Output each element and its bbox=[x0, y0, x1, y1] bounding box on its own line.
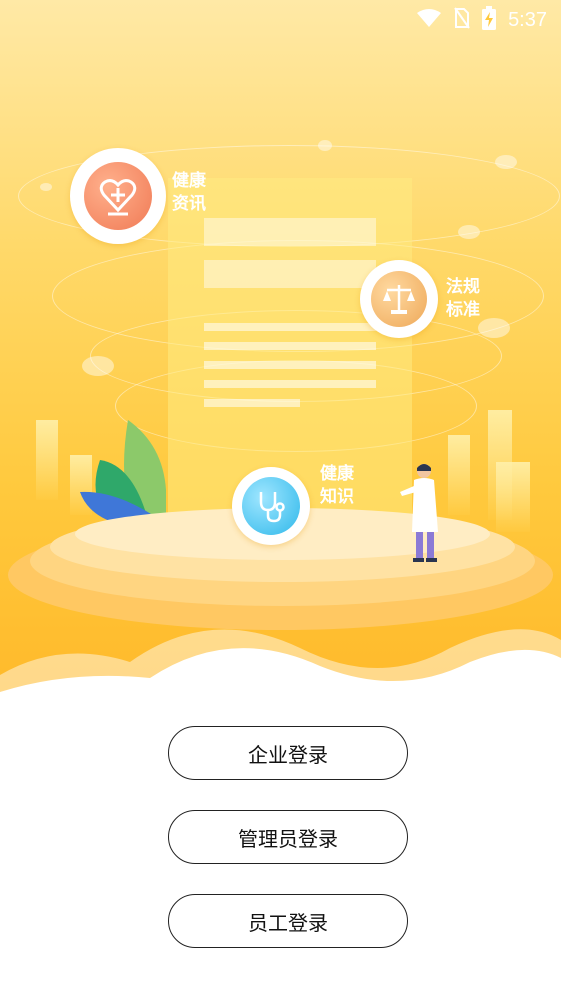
health-knowledge-badge[interactable] bbox=[232, 467, 310, 545]
enterprise-login-label: 企业登录 bbox=[248, 742, 328, 767]
decor-dot bbox=[82, 356, 114, 376]
enterprise-login-button[interactable]: 企业登录 bbox=[168, 726, 408, 780]
decor-building bbox=[448, 435, 470, 515]
stethoscope-icon bbox=[242, 477, 300, 535]
decor-dot bbox=[40, 183, 52, 191]
employee-login-label: 员工登录 bbox=[248, 910, 328, 935]
decor-building bbox=[496, 462, 530, 532]
admin-login-button[interactable]: 管理员登录 bbox=[168, 810, 408, 864]
decor-dot bbox=[458, 225, 480, 239]
decor-dot bbox=[495, 155, 517, 169]
status-bar: 5:37 bbox=[0, 0, 561, 40]
wave-divider bbox=[0, 629, 561, 700]
scales-icon bbox=[371, 271, 427, 327]
employee-login-button[interactable]: 员工登录 bbox=[168, 894, 408, 948]
hero-banner: 5:37 健康资讯 法规标准 健康知识 bbox=[0, 0, 561, 700]
battery-charging-icon bbox=[482, 6, 497, 34]
doctor-illustration bbox=[400, 464, 438, 562]
regulations-badge[interactable] bbox=[360, 260, 438, 338]
regulations-label: 法规标准 bbox=[446, 277, 480, 320]
decor-dot bbox=[318, 140, 332, 151]
plant-illustration bbox=[80, 420, 166, 524]
wifi-icon bbox=[416, 8, 442, 32]
status-time: 5:37 bbox=[508, 8, 547, 31]
health-news-badge[interactable] bbox=[70, 148, 166, 244]
health-knowledge-label: 健康知识 bbox=[320, 464, 354, 507]
health-news-label: 健康资讯 bbox=[172, 171, 206, 214]
heart-plus-icon bbox=[84, 162, 152, 230]
decor-building bbox=[36, 420, 58, 500]
no-sim-icon bbox=[454, 7, 470, 33]
admin-login-label: 管理员登录 bbox=[238, 826, 338, 851]
